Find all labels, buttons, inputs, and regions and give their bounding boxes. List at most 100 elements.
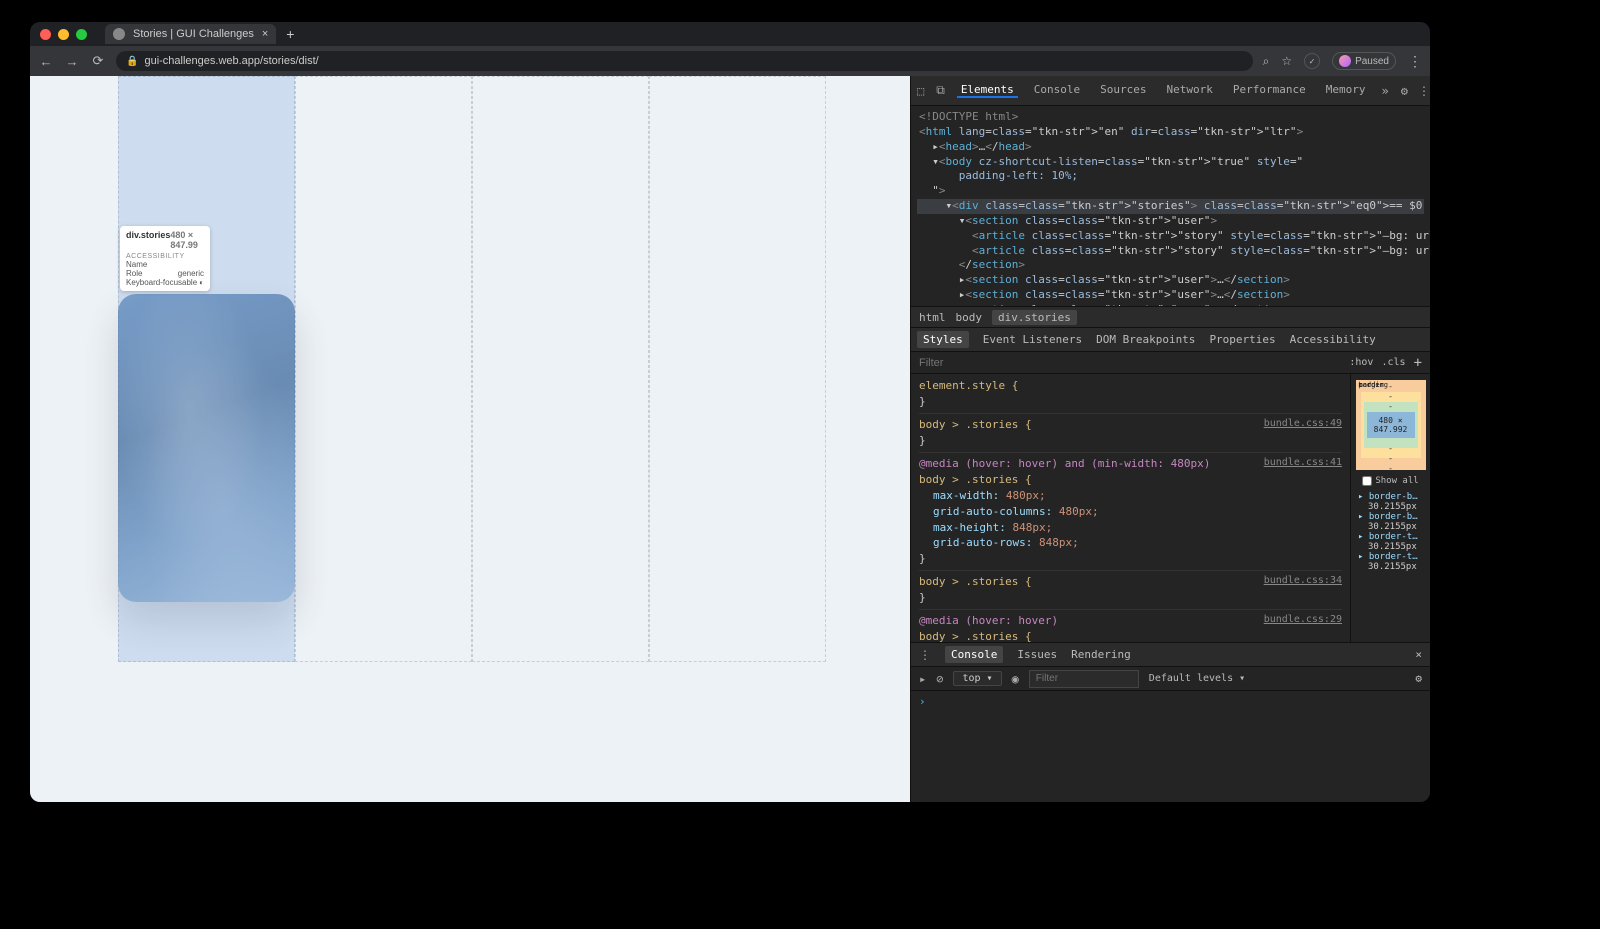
console-drawer-tabs: ⋮ Console Issues Rendering × [911, 643, 1430, 667]
new-tab-button[interactable]: + [276, 26, 304, 42]
elements-breadcrumb[interactable]: html body div.stories [911, 306, 1430, 328]
dom-node[interactable]: ▾<section class=class="tkn-str">"user"> [917, 214, 1424, 229]
styles-tab-accessibility[interactable]: Accessibility [1290, 333, 1376, 346]
styles-tab-dom-breakpoints[interactable]: DOM Breakpoints [1096, 333, 1195, 346]
console-eye-icon[interactable]: ◉ [1012, 672, 1019, 686]
profile-paused-chip[interactable]: Paused [1332, 52, 1396, 70]
close-tab-icon[interactable]: × [262, 28, 268, 40]
page-viewport[interactable]: div.stories 480 × 847.99 ACCESSIBILITY N… [30, 76, 910, 802]
computed-row[interactable]: ▸ border-top… [1358, 532, 1423, 542]
tooltip-row: Keyboard-focusable◐ [126, 278, 204, 287]
console-sidebar-toggle-icon[interactable]: ▸ [919, 672, 926, 686]
new-style-rule-button[interactable]: + [1414, 355, 1422, 371]
console-levels-select[interactable]: Default levels ▾ [1149, 673, 1245, 684]
dom-node[interactable]: ▾<div class=class="tkn-str">"stories"> c… [917, 199, 1424, 214]
dom-node[interactable]: ▸<head>…</head> [917, 140, 1424, 155]
dom-node[interactable]: <!DOCTYPE html> [917, 110, 1424, 125]
minimize-window-button[interactable] [58, 29, 69, 40]
nav-reload-button[interactable]: ⟳ [90, 53, 106, 69]
style-rule[interactable]: element.style {} [919, 378, 1342, 414]
inspect-element-icon[interactable]: ⬚ [917, 84, 924, 98]
cls-toggle[interactable]: .cls [1381, 357, 1405, 368]
style-rule[interactable]: @media (hover: hover)body > .stories {bu… [919, 613, 1342, 642]
breadcrumb-item[interactable]: html [919, 311, 946, 324]
style-rule[interactable]: body > .stories {bundle.css:49} [919, 417, 1342, 453]
show-all-checkbox[interactable]: Show all [1362, 476, 1418, 486]
style-rule[interactable]: @media (hover: hover) and (min-width: 48… [919, 456, 1342, 572]
url-text: gui-challenges.web.app/stories/dist/ [144, 55, 318, 67]
computed-properties-list[interactable]: ▸ border-bot…30.2155px▸ border-bot…30.21… [1355, 492, 1426, 572]
extension-badge-icon[interactable]: ✓ [1304, 53, 1320, 69]
styles-tab-styles[interactable]: Styles [917, 331, 969, 348]
breadcrumb-item[interactable]: div.stories [992, 310, 1077, 325]
browser-window: Stories | GUI Challenges × + ← → ⟳ 🔒 gui… [30, 22, 1430, 802]
style-rules-list[interactable]: element.style {}body > .stories {bundle.… [911, 374, 1350, 642]
nav-forward-button[interactable]: → [64, 54, 80, 69]
devtools-tab-elements[interactable]: Elements [957, 83, 1018, 98]
rule-source-link[interactable]: bundle.css:34 [1264, 574, 1342, 589]
computed-row[interactable]: ▸ border-bot… [1358, 492, 1423, 502]
dom-node[interactable]: <article class=class="tkn-str">"story" s… [917, 244, 1424, 259]
box-model-content: 480 × 847.992 [1367, 412, 1415, 438]
dom-node[interactable]: <article class=class="tkn-str">"story" s… [917, 229, 1424, 244]
avatar-icon [1339, 55, 1351, 67]
styles-content: element.style {}body > .stories {bundle.… [911, 374, 1430, 642]
url-input[interactable]: 🔒 gui-challenges.web.app/stories/dist/ [116, 51, 1253, 71]
browser-tab[interactable]: Stories | GUI Challenges × [105, 24, 276, 44]
computed-row[interactable]: ▸ border-top… [1358, 552, 1423, 562]
dom-node[interactable]: ▸<section class=class="tkn-str">"user">…… [917, 273, 1424, 288]
dom-node[interactable]: padding-left: 10%; [917, 169, 1424, 184]
chevron-down-icon: ▾ [987, 673, 993, 684]
console-drawer-menu-icon[interactable]: ⋮ [919, 648, 931, 662]
devtools-tab-performance[interactable]: Performance [1229, 83, 1310, 96]
styles-tab-properties[interactable]: Properties [1209, 333, 1275, 346]
hov-toggle[interactable]: :hov [1349, 357, 1373, 368]
styles-pane-tabs: Styles Event Listeners DOM Breakpoints Prop… [911, 328, 1430, 352]
console-body[interactable]: › [911, 691, 1430, 802]
console-filter-input[interactable] [1029, 670, 1139, 688]
box-model-diagram[interactable]: margin - border - padding - 480 × 847.99… [1356, 380, 1426, 470]
styles-tab-event-listeners[interactable]: Event Listeners [983, 333, 1082, 346]
browser-menu-icon[interactable]: ⋮ [1408, 53, 1422, 70]
story-slot [472, 76, 649, 662]
console-prompt: › [919, 695, 926, 708]
devtools-tab-memory[interactable]: Memory [1322, 83, 1370, 96]
devtools-tab-network[interactable]: Network [1163, 83, 1217, 96]
console-settings-icon[interactable]: ⚙ [1415, 672, 1422, 685]
maximize-window-button[interactable] [76, 29, 87, 40]
dom-node[interactable]: </section> [917, 258, 1424, 273]
dom-node[interactable]: "> [917, 184, 1424, 199]
console-tab-rendering[interactable]: Rendering [1071, 648, 1131, 661]
console-clear-icon[interactable]: ⊘ [936, 672, 943, 686]
device-toggle-icon[interactable]: ⧉ [936, 83, 945, 98]
dom-node[interactable]: ▾<body cz-shortcut-listen=class="tkn-str… [917, 155, 1424, 170]
dom-node[interactable]: <html lang=class="tkn-str">"en" dir=clas… [917, 125, 1424, 140]
devtools-menu-icon[interactable]: ⋮ [1418, 84, 1430, 98]
console-drawer: ⋮ Console Issues Rendering × ▸ ⊘ top ▾ ◉ Def… [911, 642, 1430, 802]
nav-back-button[interactable]: ← [38, 54, 54, 69]
rule-source-link[interactable]: bundle.css:49 [1264, 417, 1342, 432]
tab-title: Stories | GUI Challenges [133, 28, 254, 40]
console-tab-issues[interactable]: Issues [1017, 648, 1057, 661]
bookmark-star-icon[interactable]: ☆ [1281, 54, 1292, 68]
search-icon[interactable]: ⌕ [1263, 54, 1270, 69]
tabs-overflow-icon[interactable]: » [1381, 84, 1388, 98]
settings-gear-icon[interactable]: ⚙ [1401, 84, 1408, 98]
styles-filter-input[interactable] [919, 357, 1341, 369]
dom-node[interactable]: ▸<section class=class="tkn-str">"user">…… [917, 288, 1424, 303]
console-tab-console[interactable]: Console [945, 646, 1003, 663]
style-rule[interactable]: body > .stories {bundle.css:34} [919, 574, 1342, 610]
devtools-panel: ⬚ ⧉ Elements Console Sources Network Perform… [910, 76, 1430, 802]
rule-source-link[interactable]: bundle.css:41 [1264, 456, 1342, 471]
console-context-select[interactable]: top ▾ [953, 671, 1001, 686]
rule-source-link[interactable]: bundle.css:29 [1264, 613, 1342, 628]
devtools-tab-sources[interactable]: Sources [1096, 83, 1150, 96]
elements-dom-tree[interactable]: <!DOCTYPE html><html lang=class="tkn-str… [911, 106, 1430, 306]
console-drawer-close-icon[interactable]: × [1415, 648, 1422, 661]
traffic-lights [40, 29, 87, 40]
devtools-tab-console[interactable]: Console [1030, 83, 1084, 96]
tooltip-row: Rolegeneric [126, 269, 204, 278]
breadcrumb-item[interactable]: body [956, 311, 983, 324]
close-window-button[interactable] [40, 29, 51, 40]
computed-row[interactable]: ▸ border-bot… [1358, 512, 1423, 522]
